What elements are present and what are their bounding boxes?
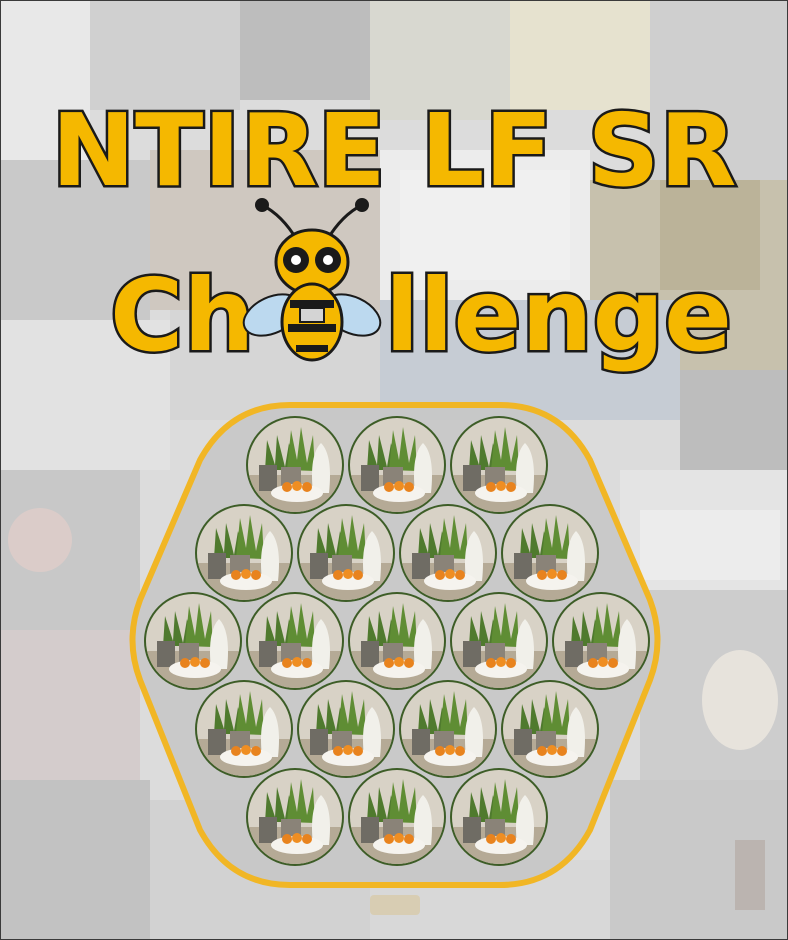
title-line1-text: NTIRE LF SR (51, 92, 736, 209)
bee-mascot-icon (242, 198, 382, 362)
title-line2-part-a: Ch (110, 257, 255, 374)
title-line1: NTIRE LF SR (49, 90, 739, 212)
title-line2: Ch llenge (108, 255, 735, 377)
poster-canvas: NTIRE LF SR Ch llenge (0, 0, 788, 940)
poster-artwork: NTIRE LF SR Ch llenge (49, 90, 739, 888)
title-line2-part-b: llenge (385, 257, 732, 374)
